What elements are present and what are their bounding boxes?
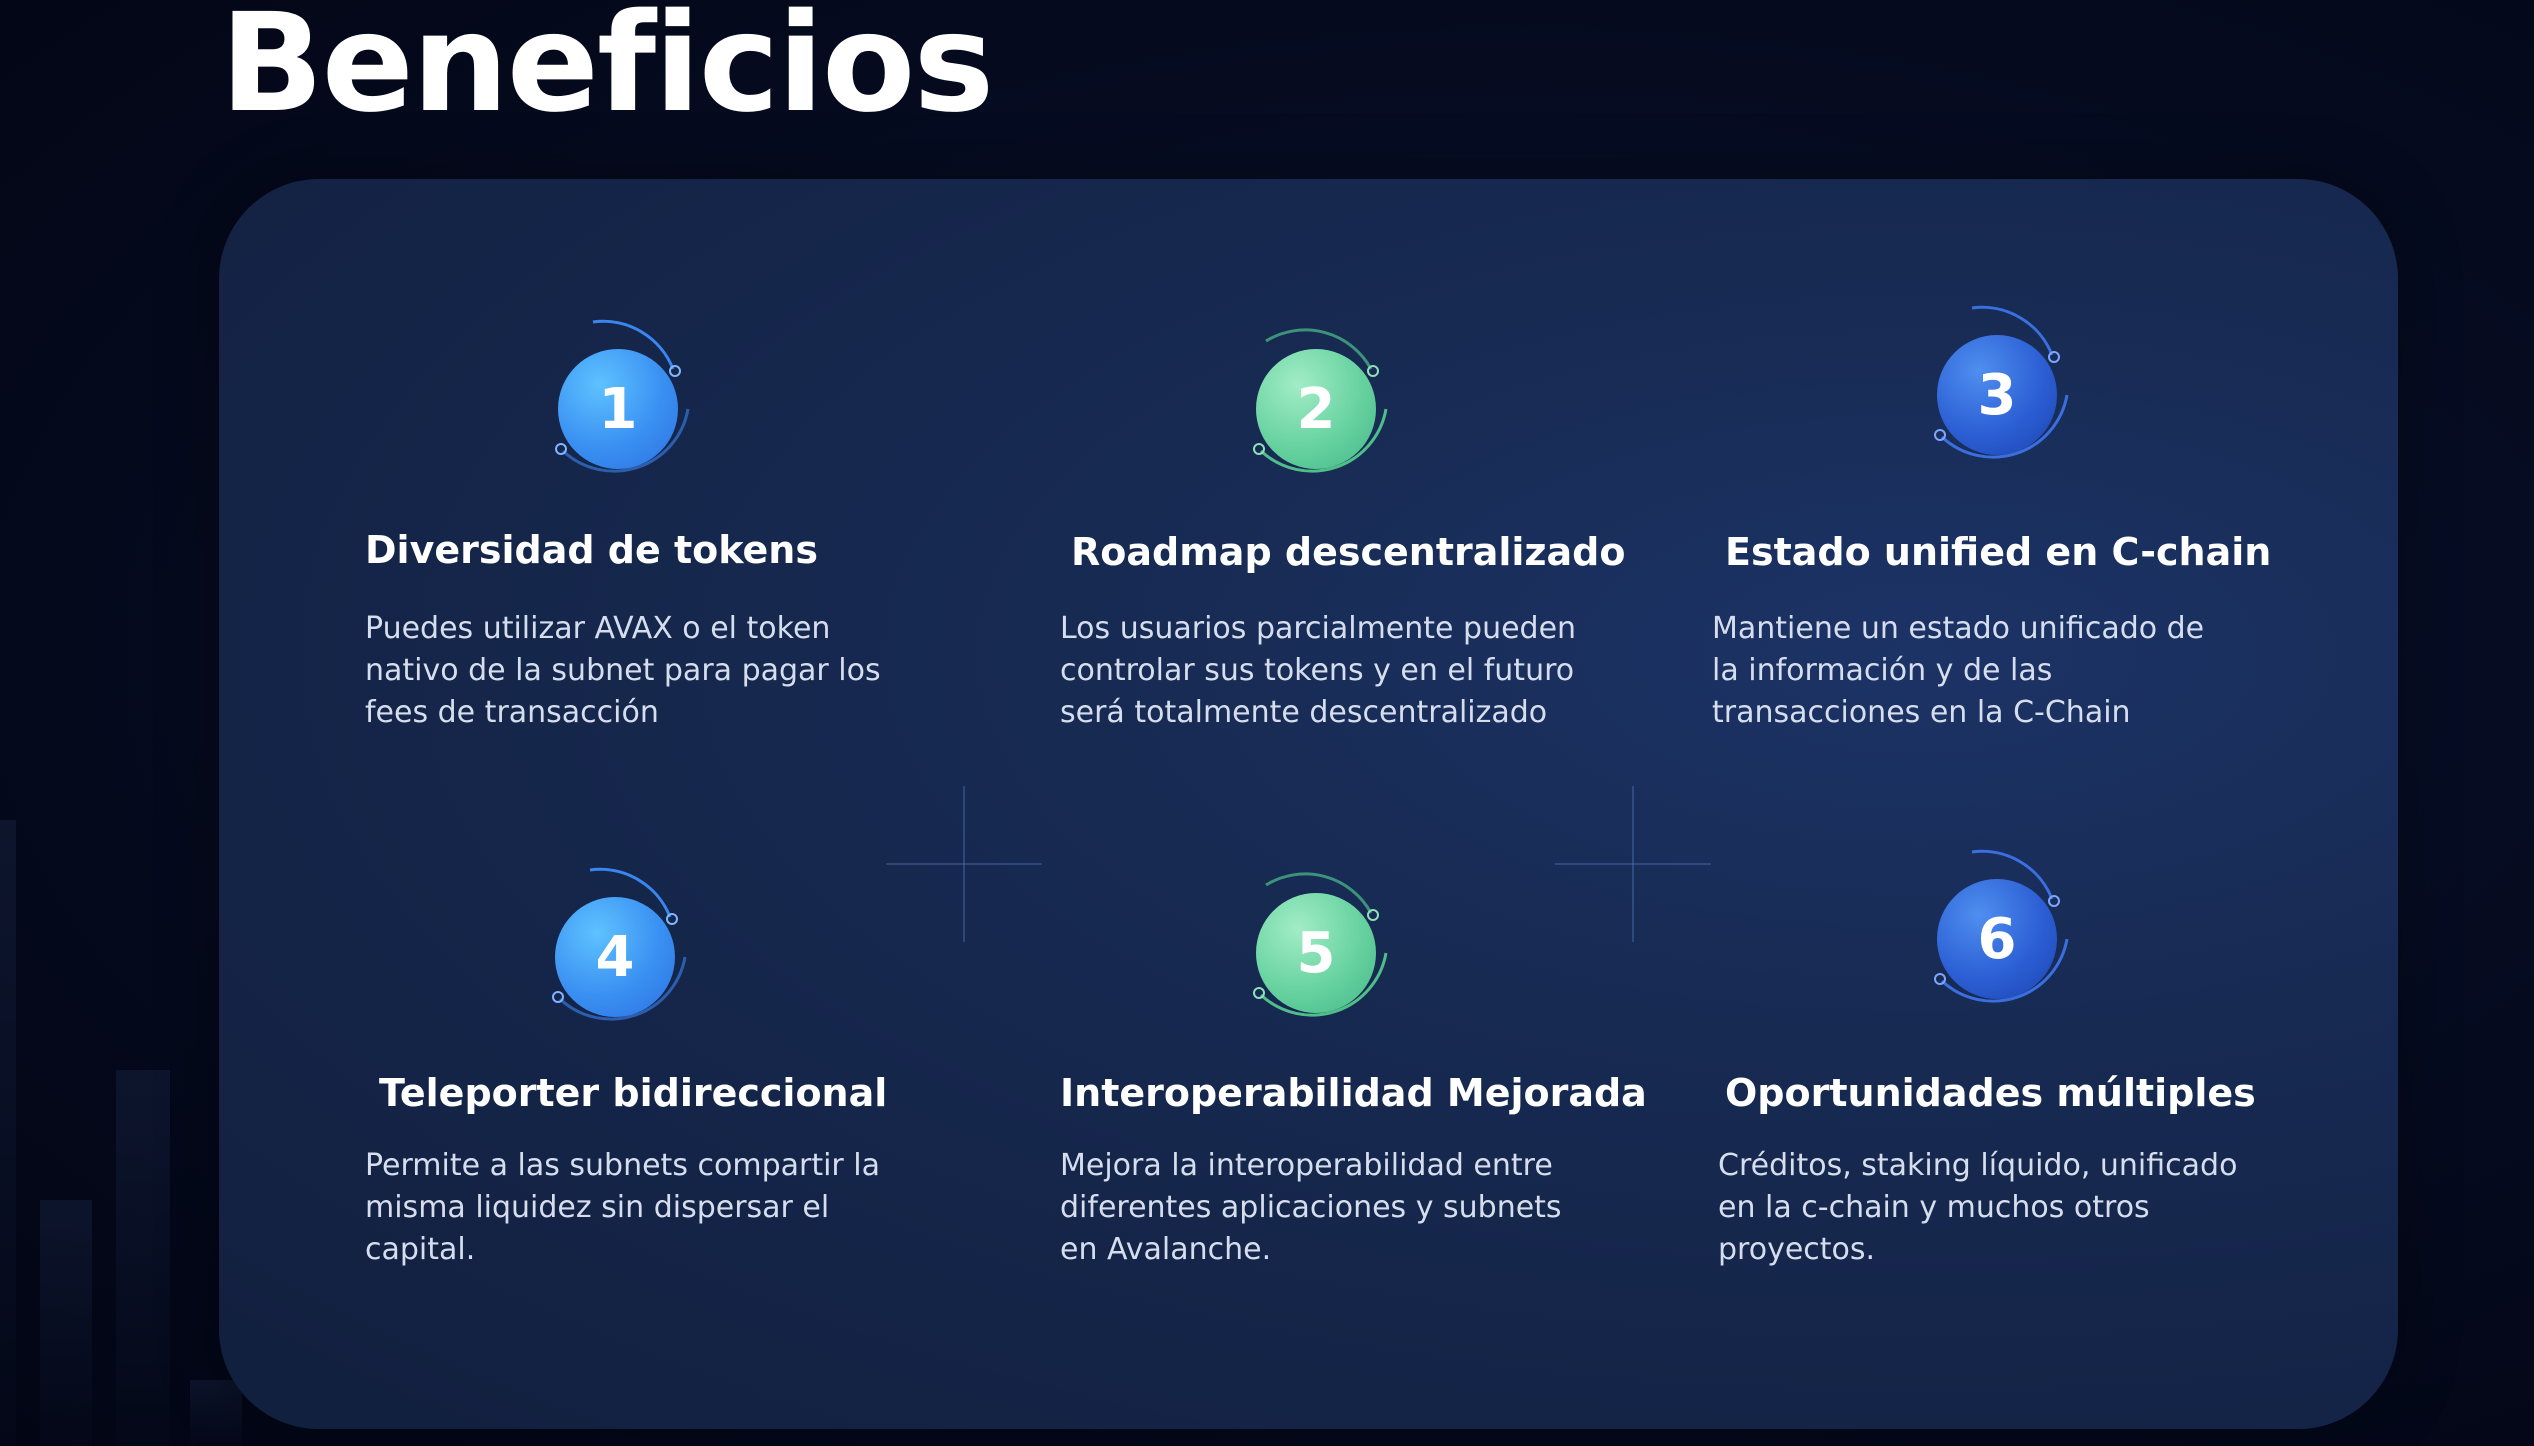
benefit-title: Diversidad de tokens	[365, 528, 818, 572]
benefit-number-icon: 2	[1236, 317, 1396, 507]
benefit-number: 4	[555, 897, 675, 1017]
page-title: Beneficios	[220, 0, 994, 143]
benefit-number-icon: 3	[1917, 303, 2077, 493]
decorative-cross	[886, 786, 1042, 942]
benefit-number: 1	[558, 349, 678, 469]
benefit-description: Los usuarios parcialmente pueden control…	[1060, 611, 1577, 730]
benefit-number-icon: 6	[1917, 847, 2077, 1037]
background-bar	[0, 820, 16, 1446]
benefit-title: Oportunidades múltiples	[1725, 1071, 2256, 1115]
background-bar	[40, 1200, 92, 1446]
benefit-number: 3	[1937, 335, 2057, 455]
benefit-title: Estado unified en C-chain	[1725, 530, 2272, 574]
benefit-description: Permite a las subnets compartir la misma…	[365, 1148, 881, 1267]
benefit-number: 5	[1256, 893, 1376, 1013]
benefit-number: 2	[1256, 349, 1376, 469]
benefit-title: Teleporter bidireccional	[379, 1071, 888, 1115]
benefits-panel: 1 Diversidad de tokens Puedes utilizar A…	[219, 179, 2398, 1429]
background-bar	[116, 1070, 170, 1446]
benefit-title: Roadmap descentralizado	[1071, 530, 1626, 574]
decorative-cross	[1555, 786, 1711, 942]
benefit-description: Créditos, staking líquido, unificado en …	[1718, 1148, 2238, 1267]
benefit-description: Mantiene un estado unificado de la infor…	[1712, 611, 2205, 730]
benefit-number: 6	[1937, 879, 2057, 999]
background-bar	[190, 1380, 242, 1446]
benefit-description: Mejora la interoperabilidad entre difere…	[1060, 1148, 1562, 1267]
benefit-number-icon: 4	[535, 865, 695, 1055]
benefit-number-icon: 1	[538, 317, 698, 507]
benefit-number-icon: 5	[1236, 861, 1396, 1051]
benefit-description: Puedes utilizar AVAX o el token nativo d…	[365, 611, 881, 730]
benefit-title: Interoperabilidad Mejorada	[1060, 1071, 1647, 1115]
